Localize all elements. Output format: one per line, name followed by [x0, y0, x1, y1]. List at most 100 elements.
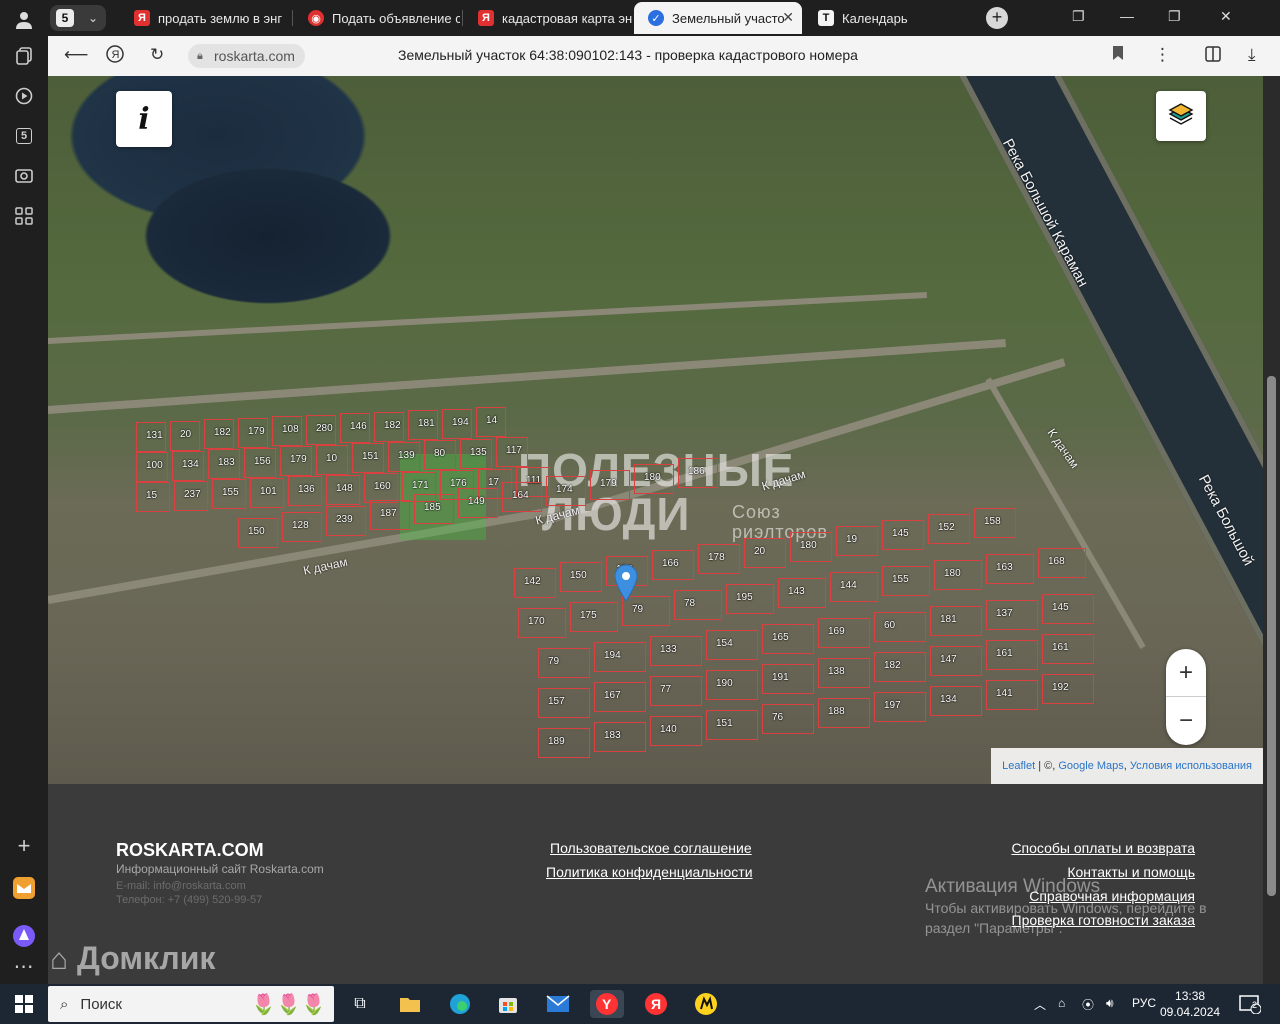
yandex-market-icon[interactable] — [692, 990, 720, 1018]
terms-link[interactable]: Условия использования — [1130, 760, 1252, 772]
alice-icon[interactable] — [8, 920, 40, 952]
plot-number: 166 — [662, 558, 679, 569]
collections-icon[interactable] — [8, 40, 40, 72]
domclick-text: Домклик — [77, 940, 216, 976]
plot-number: 101 — [260, 485, 277, 497]
plot-number: 128 — [292, 520, 309, 531]
yandex-app-icon[interactable]: Я — [642, 990, 670, 1018]
footer-brand[interactable]: ROSKARTA.COM — [116, 840, 264, 861]
tab-5[interactable]: T Календарь — [804, 2, 972, 34]
close-window-icon[interactable]: ✕ — [1220, 8, 1232, 25]
plot-number: 17 — [488, 476, 500, 488]
yandex-browser-taskbar-icon[interactable]: Y — [590, 990, 624, 1018]
plot-number: 160 — [374, 481, 391, 492]
cadastral-plot[interactable] — [874, 612, 926, 642]
bookmark-icon[interactable] — [1112, 45, 1124, 66]
check-badge-icon: ✓ — [648, 10, 664, 26]
scrollbar-thumb[interactable] — [1267, 376, 1276, 896]
plot-number: 179 — [600, 478, 617, 489]
volume-icon[interactable]: 🔊︎ — [1106, 996, 1114, 1011]
windows-start-icon[interactable] — [10, 990, 38, 1018]
zoom-out-button[interactable]: − — [1166, 697, 1206, 745]
plot-number: 139 — [398, 449, 415, 461]
tray-chevron-icon[interactable]: ︿ — [1034, 996, 1046, 1013]
tab-4-label: Земельный участо — [672, 10, 785, 26]
user-agreement-link[interactable]: Пользовательское соглашение — [550, 840, 752, 856]
plot-number: 117 — [506, 445, 522, 456]
search-placeholder: Поиск — [80, 995, 122, 1013]
plot-number: 169 — [828, 626, 845, 637]
file-explorer-icon[interactable] — [396, 990, 424, 1018]
lock-icon: 🔒︎ — [197, 50, 203, 62]
add-panel-icon[interactable]: + — [8, 830, 40, 862]
plot-number: 145 — [1052, 602, 1069, 613]
location-marker-icon[interactable] — [614, 564, 638, 602]
network-icon[interactable]: ⌂ — [1058, 996, 1065, 1010]
windows-taskbar: ⌕ Поиск 🌷🌷🌷 ⧉ Y Я ︿ ⌂ ⦿ 🔊︎ РУС 13:38 09.… — [0, 984, 1280, 1024]
cadastral-plot[interactable] — [674, 590, 722, 620]
layers-button[interactable] — [1156, 91, 1206, 141]
tab-5-label: Календарь — [842, 10, 908, 26]
mail-app-icon[interactable] — [544, 990, 572, 1018]
page-scrollbar[interactable] — [1263, 76, 1280, 984]
reload-icon[interactable]: ↻ — [150, 45, 164, 65]
apps-grid-icon[interactable] — [8, 200, 40, 232]
plot-number: 170 — [528, 616, 545, 627]
wifi-icon[interactable]: ⦿ — [1082, 996, 1094, 1013]
plot-number: 192 — [1052, 682, 1069, 693]
tab-3[interactable]: Я кадастровая карта эн — [464, 2, 632, 34]
back-icon[interactable]: ⟵ — [64, 45, 88, 65]
taskbar-clock[interactable]: 13:38 09.04.2024 — [1160, 988, 1220, 1020]
input-language[interactable]: РУС — [1132, 996, 1156, 1010]
new-tab-button[interactable]: + — [986, 7, 1008, 29]
minimize-icon[interactable]: — — [1120, 8, 1134, 24]
mail-icon[interactable] — [8, 872, 40, 904]
tab-1[interactable]: Я продать землю в энг — [120, 2, 288, 34]
video-icon[interactable] — [8, 80, 40, 112]
more-icon[interactable]: ⋯ — [8, 950, 40, 982]
plot-number: 151 — [362, 451, 379, 462]
page-title: Земельный участок 64:38:090102:143 - про… — [398, 47, 858, 63]
tab-4-active[interactable]: ✓ Земельный участо ✕ — [634, 2, 802, 34]
road — [48, 339, 1006, 414]
plot-number: 174 — [556, 484, 573, 495]
notifications-icon[interactable]: 2 — [1236, 990, 1264, 1018]
map-view[interactable]: ПОЛЕЗНЫЕ ЛЮДИ Союз риэлторов Река Большо… — [48, 76, 1263, 784]
plot-number: 180 — [944, 568, 961, 579]
payment-methods-link[interactable]: Способы оплаты и возврата — [1011, 840, 1195, 856]
leaflet-link[interactable]: Leaflet — [1002, 760, 1035, 772]
google-maps-link[interactable]: Google Maps — [1058, 760, 1123, 772]
menu-icon[interactable]: ⋮ — [1154, 45, 1171, 65]
windows-activation-watermark: Активация Windows Чтобы активировать Win… — [925, 876, 1245, 938]
plot-number: 19 — [846, 534, 858, 545]
cadastral-plot[interactable] — [650, 676, 702, 706]
privacy-policy-link[interactable]: Политика конфиденциальности — [546, 864, 753, 880]
tab-counter-button[interactable]: 5 ⌄ — [50, 5, 106, 31]
cadastral-plot[interactable] — [538, 648, 590, 678]
info-button[interactable]: i — [116, 91, 172, 147]
tab-2-label: Подать объявление с — [332, 10, 460, 26]
plot-number: 280 — [316, 422, 333, 434]
store-icon[interactable] — [494, 990, 522, 1018]
restore-icon[interactable]: ❐ — [1168, 8, 1181, 25]
tab-2[interactable]: ◉ Подать объявление с — [294, 2, 460, 34]
footer-tagline: Информационный сайт Roskarta.com — [116, 862, 324, 876]
cadastral-plot[interactable] — [762, 704, 814, 734]
download-icon[interactable]: ⤓ — [1248, 45, 1256, 65]
domclick-watermark: ⌂ Домклик — [50, 940, 215, 977]
edge-icon[interactable] — [446, 990, 474, 1018]
plot-number: 195 — [736, 592, 753, 603]
tab-1-label: продать землю в энг — [158, 10, 283, 26]
plot-number: 161 — [996, 648, 1013, 659]
five-badge-icon[interactable]: 5 — [8, 120, 40, 152]
profile-icon[interactable] — [8, 4, 40, 36]
screenshot-icon[interactable] — [8, 160, 40, 192]
yandex-home-icon[interactable]: Я — [106, 45, 124, 68]
zoom-in-button[interactable]: + — [1166, 649, 1206, 697]
taskbar-search[interactable]: ⌕ Поиск 🌷🌷🌷 — [48, 986, 334, 1022]
url-field[interactable]: 🔒︎ roskarta.com — [188, 44, 305, 68]
reader-icon[interactable] — [1204, 45, 1222, 68]
task-view-icon[interactable]: ⧉ — [346, 990, 374, 1018]
close-tab-icon[interactable]: ✕ — [782, 9, 794, 26]
tab-manager-icon[interactable]: ❐ — [1072, 8, 1085, 25]
